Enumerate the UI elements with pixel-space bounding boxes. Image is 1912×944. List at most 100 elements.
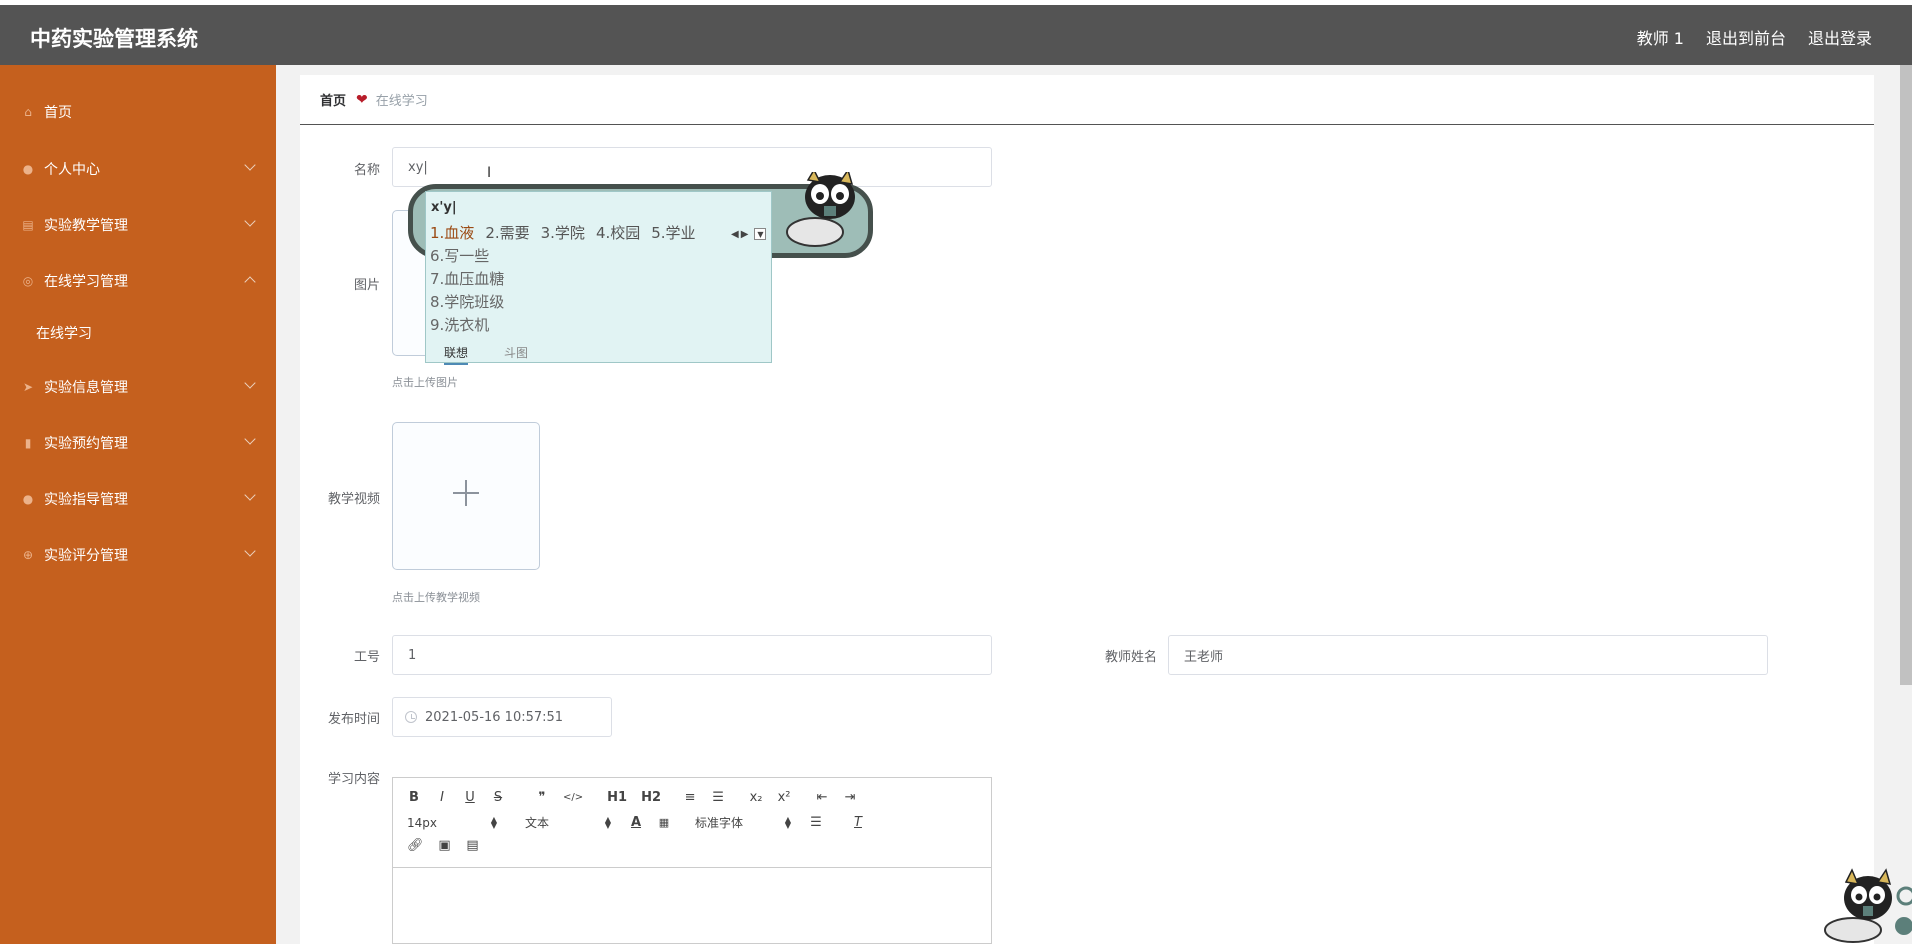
sidebar-item-reservation-management[interactable]: ▮ 实验预约管理	[0, 423, 276, 463]
arrow-left-icon[interactable]: ◀	[731, 229, 739, 240]
chevron-up-icon	[244, 276, 256, 288]
ordered-list-button[interactable]: ≡	[683, 790, 697, 805]
toolbar-row-3: 🔗︎ ▣ ▤	[407, 838, 494, 853]
subscript-button[interactable]: x₂	[749, 790, 763, 805]
image-icon[interactable]: ▣	[438, 838, 452, 853]
publish-time-value: 2021-05-16 10:57:51	[425, 709, 564, 725]
sidebar: ⌂ 首页 ● 个人中心 ▤ 实验教学管理 ◎ 在线学习管理 在线学习 ➤ 实验信…	[0, 65, 276, 944]
arrow-right-icon[interactable]: ▶	[741, 229, 749, 240]
teacher-name-input[interactable]: 王老师	[1168, 635, 1768, 675]
ime-tab-suggest[interactable]: 联想	[444, 344, 469, 365]
publish-time-picker[interactable]: 2021-05-16 10:57:51	[392, 697, 612, 737]
sidebar-item-info-management[interactable]: ➤ 实验信息管理	[0, 367, 276, 407]
italic-button[interactable]: I	[435, 790, 449, 805]
job-number-label: 工号	[353, 650, 380, 665]
ime-candidate[interactable]: 7.血压血糖	[430, 268, 504, 289]
font-color-icon[interactable]: A	[629, 815, 643, 830]
ime-candidate[interactable]: 5.学业	[651, 222, 695, 243]
current-user-link[interactable]: 教师 1	[1637, 25, 1684, 49]
ime-tab-stickers[interactable]: 斗图	[504, 344, 528, 361]
ime-candidate[interactable]: 3.学院	[541, 222, 585, 243]
blockquote-button[interactable]: ❞	[535, 790, 549, 805]
video-icon[interactable]: ▤	[466, 838, 480, 853]
top-nav: 教师 1 退出到前台 退出登录	[1637, 25, 1872, 49]
ime-pinyin-composition: x'y|	[431, 200, 457, 215]
select-arrows-icon: ▲ ▼	[604, 814, 611, 830]
link-icon[interactable]: 🔗︎	[407, 838, 424, 853]
chevron-down-icon	[244, 433, 256, 445]
ime-candidate-popup: x'y| 1.血液 2.需要 3.学院 4.校园 5.学业 ◀ ▶ ▼ 6.写一…	[425, 191, 772, 365]
sidebar-item-guidance-management[interactable]: ● 实验指导管理	[0, 479, 276, 519]
breadcrumb-home[interactable]: 首页	[320, 90, 346, 109]
text-cursor-icon: I	[487, 165, 492, 181]
ime-candidate[interactable]: 8.学院班级	[430, 291, 504, 312]
ime-candidate[interactable]: 9.洗衣机	[430, 314, 489, 335]
ime-candidate[interactable]: 4.校园	[596, 222, 640, 243]
clear-format-icon[interactable]: T	[851, 815, 865, 830]
clock-icon	[405, 711, 417, 723]
ime-page-nav[interactable]: ◀ ▶ ▼	[731, 228, 767, 240]
chevron-down-icon	[244, 489, 256, 501]
sidebar-subitem-label: 在线学习	[36, 326, 92, 342]
ime-candidate[interactable]: 6.写一些	[430, 245, 489, 266]
image-label: 图片	[353, 278, 380, 293]
chevron-down-icon	[244, 215, 256, 227]
job-number-input[interactable]: 1	[392, 635, 992, 675]
sidebar-item-label: 实验预约管理	[44, 436, 128, 452]
breadcrumb-current: 在线学习	[375, 94, 428, 109]
top-bar: 中药实验管理系统 教师 1 退出到前台 退出登录	[0, 5, 1912, 65]
font-size-value: 14px	[407, 815, 437, 830]
ime-candidate[interactable]: 2.需要	[485, 222, 529, 243]
superscript-button[interactable]: x²	[777, 790, 791, 805]
chevron-down-icon	[244, 377, 256, 389]
font-size-select[interactable]: 14px ▲ ▼	[407, 815, 497, 830]
sidebar-item-scoring-management[interactable]: ⊕ 实验评分管理	[0, 535, 276, 575]
h1-button[interactable]: H1	[607, 790, 627, 805]
ime-candidate[interactable]: 1.血液	[430, 222, 474, 243]
logout-link[interactable]: 退出登录	[1808, 25, 1872, 49]
bold-button[interactable]: B	[407, 790, 421, 805]
bullet-list-button[interactable]: ☰	[711, 790, 725, 805]
corner-mascot-icon[interactable]	[1808, 868, 1912, 944]
sidebar-item-label: 实验指导管理	[44, 492, 128, 508]
sidebar-item-online-learning-management[interactable]: ◎ 在线学习管理	[0, 261, 276, 301]
user-icon: ●	[22, 492, 34, 506]
sidebar-item-label: 实验评分管理	[44, 548, 128, 564]
breadcrumb: 首页 ❤ 在线学习	[300, 75, 1874, 125]
chevron-down-icon	[244, 545, 256, 557]
align-icon[interactable]: ☰	[809, 815, 823, 830]
outdent-button[interactable]: ⇤	[815, 790, 829, 805]
page-scrollbar-thumb[interactable]	[1900, 65, 1912, 685]
name-label: 名称	[353, 163, 380, 178]
globe-icon: ◎	[22, 274, 34, 288]
sidebar-item-home[interactable]: ⌂ 首页	[0, 92, 276, 132]
code-block-button[interactable]: </>	[563, 792, 583, 803]
exit-to-front-link[interactable]: 退出到前台	[1706, 25, 1786, 49]
background-color-icon[interactable]: ▦	[657, 816, 671, 829]
font-family-select[interactable]: 标准字体 ▲ ▼	[695, 814, 791, 831]
name-input[interactable]: xy|	[392, 147, 992, 187]
heart-icon: ❤	[356, 91, 368, 108]
ime-tabs: 联想 斗图	[426, 342, 771, 365]
sidebar-item-personal-center[interactable]: ● 个人中心	[0, 149, 276, 189]
sidebar-item-label: 个人中心	[44, 162, 100, 178]
toolbar-row-2: 14px ▲ ▼ 文本 ▲ ▼ A ▦ 标准字体 ▲ ▼ ☰ T	[407, 814, 879, 831]
expand-candidates-icon[interactable]: ▼	[754, 228, 767, 240]
h2-button[interactable]: H2	[641, 790, 661, 805]
block-type-value: 文本	[525, 816, 550, 830]
video-label: 教学视频	[327, 492, 380, 507]
underline-button[interactable]: U	[463, 790, 477, 805]
image-upload-hint: 点击上传图片	[392, 376, 458, 389]
plus-icon	[453, 480, 479, 506]
indent-button[interactable]: ⇥	[843, 790, 857, 805]
sidebar-item-teaching-management[interactable]: ▤ 实验教学管理	[0, 205, 276, 245]
rich-text-editor[interactable]: B I U S ❞ </> H1 H2 ≡ ☰ x₂ x² ⇤ ⇥ 14px ▲…	[392, 777, 992, 944]
clipboard-icon: ▤	[22, 218, 34, 232]
sidebar-item-label: 实验信息管理	[44, 380, 128, 396]
sidebar-item-label: 实验教学管理	[44, 218, 128, 234]
sidebar-subitem-online-learning[interactable]: 在线学习	[0, 313, 276, 353]
name-input-value: xy|	[408, 159, 428, 175]
strike-button[interactable]: S	[491, 790, 505, 805]
block-type-select[interactable]: 文本 ▲ ▼	[515, 814, 611, 831]
sidebar-item-label: 在线学习管理	[44, 274, 128, 290]
